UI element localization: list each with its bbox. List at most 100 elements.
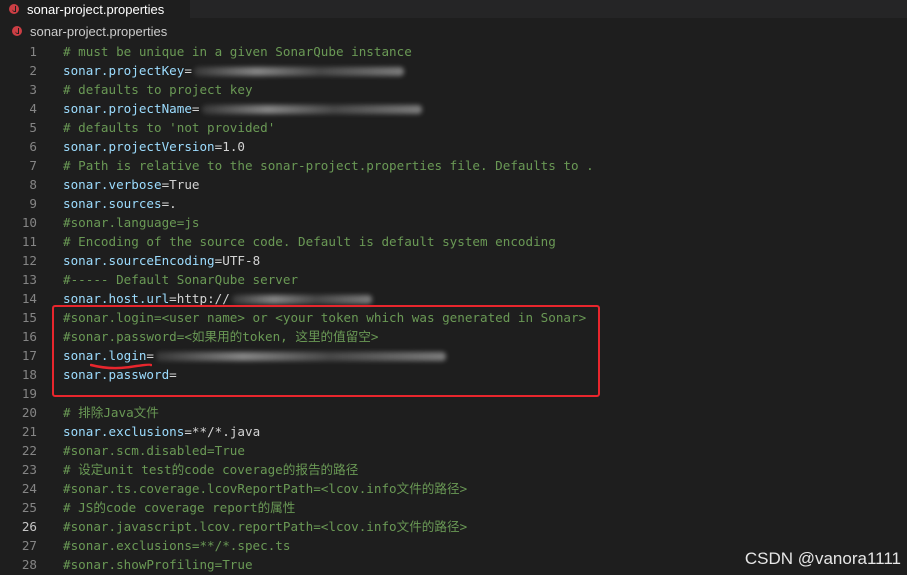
line-number: 13 (21, 272, 37, 287)
line-number: 8 (29, 177, 37, 192)
line-number: 24 (21, 481, 37, 496)
annotation-underline (90, 363, 152, 370)
code-line[interactable]: 11 # Encoding of the source code. Default… (0, 232, 907, 251)
line-content: #sonar.language=js (63, 213, 199, 232)
property-value: **/*.java (191, 424, 261, 439)
line-number: 4 (29, 101, 37, 116)
comment-text: #sonar.javascript.lcov.reportPath=<lcov.… (63, 519, 468, 534)
breadcrumb[interactable]: sonar-project.properties (0, 22, 907, 40)
line-number: 2 (29, 63, 37, 78)
line-content: sonar.projectKey= (63, 61, 404, 80)
property-key: sonar.projectKey (63, 63, 185, 78)
code-line[interactable]: 12 sonar.sourceEncoding=UTF-8 (0, 251, 907, 270)
code-line[interactable]: 21 sonar.exclusions=**/*.java (0, 422, 907, 441)
code-line[interactable]: 1 # must be unique in a given SonarQube i… (0, 42, 907, 61)
equals-sign: = (184, 424, 192, 439)
line-content: # JS的code coverage report的属性 (63, 498, 295, 517)
code-line[interactable]: 5 # defaults to 'not provided' (0, 118, 907, 137)
watermark: CSDN @vanora1111 (744, 549, 901, 568)
comment-text: #sonar.showProfiling=True (63, 557, 253, 572)
line-content: #sonar.scm.disabled=True (63, 441, 245, 460)
line-number: 3 (29, 82, 37, 97)
line-number: 28 (21, 557, 37, 572)
line-content: # 设定unit test的code coverage的报告的路径 (63, 460, 358, 479)
line-content: # defaults to 'not provided' (63, 118, 275, 137)
comment-text: #----- Default SonarQube server (63, 272, 299, 287)
comment-text: # must be unique in a given SonarQube in… (63, 44, 412, 59)
redacted-value (193, 67, 404, 76)
properties-file-icon (9, 4, 19, 14)
code-line[interactable]: 23 # 设定unit test的code coverage的报告的路径 (0, 460, 907, 479)
code-line[interactable]: 26 #sonar.javascript.lcov.reportPath=<lco… (0, 517, 907, 536)
code-line[interactable]: 6 sonar.projectVersion=1.0 (0, 137, 907, 156)
property-key: sonar.sources (63, 196, 162, 211)
line-number: 9 (29, 196, 37, 211)
comment-text: # JS的code coverage report的属性 (63, 500, 296, 515)
line-number: 12 (21, 253, 37, 268)
equals-sign: = (169, 291, 177, 306)
property-key: sonar.exclusions (63, 424, 185, 439)
line-number: 23 (21, 462, 37, 477)
equals-sign: = (191, 101, 200, 116)
line-content: sonar.projectVersion=1.0 (63, 137, 245, 156)
line-content: sonar.projectName= (63, 99, 422, 118)
comment-text: # 排除Java文件 (63, 405, 159, 420)
code-line[interactable]: 13 #----- Default SonarQube server (0, 270, 907, 289)
property-value: True (169, 177, 200, 192)
comment-text: # defaults to 'not provided' (63, 120, 276, 135)
code-line[interactable]: 24 #sonar.ts.coverage.lcovReportPath=<lco… (0, 479, 907, 498)
comment-text: #sonar.ts.coverage.lcovReportPath=<lcov.… (63, 481, 468, 496)
line-content: # Path is relative to the sonar-project.… (63, 156, 594, 175)
line-content: #sonar.showProfiling=True (63, 555, 253, 574)
comment-text: #sonar.language=js (63, 215, 200, 230)
comment-text: # Encoding of the source code. Default i… (63, 234, 556, 249)
property-key: sonar.verbose (63, 177, 162, 192)
comment-text: #sonar.exclusions=**/*.spec.ts (63, 538, 291, 553)
property-value: 1.0 (222, 139, 245, 154)
property-key: sonar.projectName (63, 101, 192, 116)
code-line[interactable]: 2 sonar.projectKey= (0, 61, 907, 80)
line-number: 11 (21, 234, 37, 249)
line-content: sonar.sources=. (63, 194, 177, 213)
code-line[interactable]: 20 # 排除Java文件 (0, 403, 907, 422)
line-content: sonar.exclusions=**/*.java (63, 422, 260, 441)
code-line[interactable]: 8 sonar.verbose=True (0, 175, 907, 194)
code-line[interactable]: 9 sonar.sources=. (0, 194, 907, 213)
code-line[interactable]: 4 sonar.projectName= (0, 99, 907, 118)
line-number: 22 (21, 443, 37, 458)
line-content: # Encoding of the source code. Default i… (63, 232, 556, 251)
code-line[interactable]: 25 # JS的code coverage report的属性 (0, 498, 907, 517)
line-content: # 排除Java文件 (63, 403, 159, 422)
line-number: 5 (29, 120, 37, 135)
line-content: #----- Default SonarQube server (63, 270, 298, 289)
property-value: . (169, 196, 177, 211)
tab-sonar-project-properties[interactable]: sonar-project.properties (0, 0, 190, 18)
property-value: http:// (176, 291, 230, 306)
redacted-value (201, 105, 422, 114)
code-line[interactable]: 3 # defaults to project key (0, 80, 907, 99)
tab-label: sonar-project.properties (27, 1, 165, 17)
equals-sign: = (184, 63, 192, 78)
property-key: sonar.host.url (63, 291, 170, 306)
line-number: 27 (21, 538, 37, 553)
annotation-highlight-box (52, 305, 600, 397)
breadcrumb-file: sonar-project.properties (30, 23, 168, 39)
property-key: sonar.sourceEncoding (63, 253, 215, 268)
properties-file-icon (12, 26, 22, 36)
code-line[interactable]: 7 # Path is relative to the sonar-project… (0, 156, 907, 175)
tab-bar: sonar-project.properties (0, 0, 907, 18)
line-content: sonar.verbose=True (63, 175, 200, 194)
line-content: #sonar.javascript.lcov.reportPath=<lcov.… (63, 517, 467, 536)
line-number: 10 (21, 215, 37, 230)
line-content: #sonar.ts.coverage.lcovReportPath=<lcov.… (63, 479, 467, 498)
property-key: sonar.projectVersion (63, 139, 215, 154)
line-content: # defaults to project key (63, 80, 253, 99)
line-number: 1 (29, 44, 37, 59)
redacted-value (231, 295, 372, 304)
code-line[interactable]: 10 #sonar.language=js (0, 213, 907, 232)
property-value: UTF-8 (222, 253, 261, 268)
line-content: # must be unique in a given SonarQube in… (63, 42, 412, 61)
line-number: 20 (21, 405, 37, 420)
code-line[interactable]: 22 #sonar.scm.disabled=True (0, 441, 907, 460)
line-number: 25 (21, 500, 37, 515)
